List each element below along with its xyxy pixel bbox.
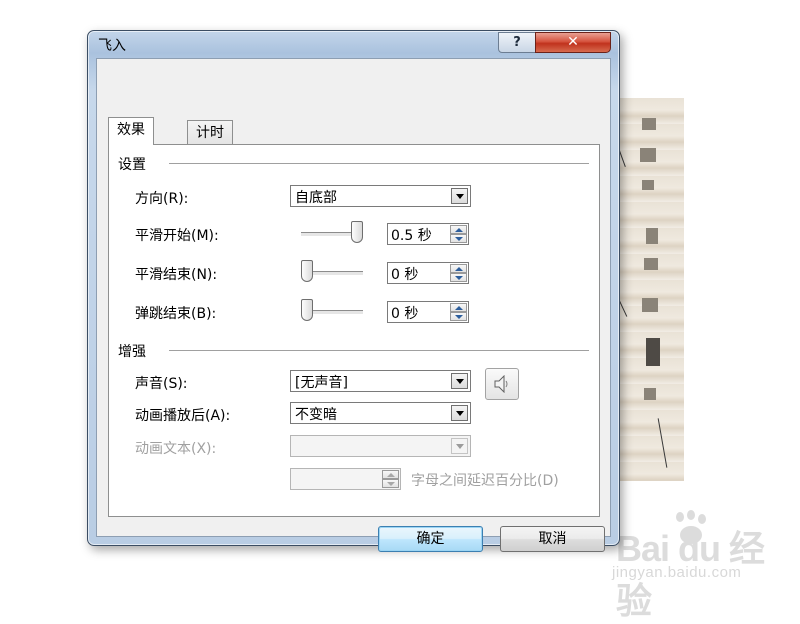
smooth-start-stepper[interactable]: 0.5 秒 xyxy=(387,223,469,245)
stepper-up-icon[interactable] xyxy=(450,225,467,234)
slider-thumb[interactable] xyxy=(301,299,313,321)
smooth-start-slider[interactable] xyxy=(301,219,363,247)
sound-dropdown[interactable]: [无声音] xyxy=(290,370,471,392)
letter-delay-stepper[interactable] xyxy=(290,468,401,490)
paw-icon xyxy=(670,510,710,550)
smooth-end-slider[interactable] xyxy=(301,258,363,286)
sound-volume-button[interactable] xyxy=(485,368,519,400)
slider-thumb[interactable] xyxy=(351,221,363,243)
stepper-up-icon[interactable] xyxy=(450,303,467,312)
speaker-icon xyxy=(494,375,508,393)
settings-divider xyxy=(169,163,589,165)
stepper-down-icon[interactable] xyxy=(450,273,467,282)
stepper-down-icon[interactable] xyxy=(450,312,467,321)
animate-text-label: 动画文本(X): xyxy=(135,441,217,457)
close-button[interactable]: ✕ xyxy=(535,32,611,53)
chevron-down-icon[interactable] xyxy=(451,438,468,454)
background-document-strip xyxy=(611,98,684,481)
cancel-button[interactable]: 取消 xyxy=(500,526,605,552)
ok-button[interactable]: 确定 xyxy=(378,526,483,552)
effect-panel: 设置 方向(R): 自底部 平滑开始(M): 0.5 秒 平滑结束(N): 0 … xyxy=(108,144,600,517)
tab-timing[interactable]: 计时 xyxy=(187,120,233,145)
animate-text-dropdown[interactable] xyxy=(290,435,471,457)
enhancements-heading: 增强 xyxy=(118,344,146,360)
smooth-end-label: 平滑结束(N): xyxy=(135,267,218,283)
after-animation-label: 动画播放后(A): xyxy=(135,408,231,424)
after-animation-value: 不变暗 xyxy=(295,407,337,423)
stepper-up-icon[interactable] xyxy=(382,470,399,479)
bounce-end-stepper[interactable]: 0 秒 xyxy=(387,301,469,323)
stepper-up-icon[interactable] xyxy=(450,264,467,273)
chevron-down-icon[interactable] xyxy=(451,373,468,389)
sound-label: 声音(S): xyxy=(135,376,188,392)
direction-value: 自底部 xyxy=(295,190,337,206)
watermark-url: jingyan.baidu.com xyxy=(612,564,742,581)
smooth-start-label: 平滑开始(M): xyxy=(135,228,219,244)
stepper-down-icon[interactable] xyxy=(382,479,399,488)
tab-effect[interactable]: 效果 xyxy=(108,117,154,145)
bounce-end-label: 弹跳结束(B): xyxy=(135,306,217,322)
after-animation-dropdown[interactable]: 不变暗 xyxy=(290,402,471,424)
fly-in-dialog: 飞入 ? ✕ 效果 计时 设置 方向(R): 自底部 平滑开始(M): 0.5 … xyxy=(87,30,620,552)
settings-heading: 设置 xyxy=(118,157,146,173)
slider-thumb[interactable] xyxy=(301,260,313,282)
letter-delay-label: 字母之间延迟百分比(D) xyxy=(411,473,559,489)
smooth-start-value: 0.5 秒 xyxy=(391,228,432,244)
chevron-down-icon[interactable] xyxy=(451,188,468,204)
stepper-down-icon[interactable] xyxy=(450,234,467,243)
dialog-body: 效果 计时 设置 方向(R): 自底部 平滑开始(M): 0.5 秒 平滑结束(… xyxy=(96,58,611,552)
direction-label: 方向(R): xyxy=(135,191,189,207)
enhancements-divider xyxy=(169,350,589,352)
bounce-end-slider[interactable] xyxy=(301,297,363,325)
sound-value: [无声音] xyxy=(295,375,348,391)
help-button[interactable]: ? xyxy=(498,32,536,53)
smooth-end-value: 0 秒 xyxy=(391,267,419,283)
direction-dropdown[interactable]: 自底部 xyxy=(290,185,471,207)
chevron-down-icon[interactable] xyxy=(451,405,468,421)
bounce-end-value: 0 秒 xyxy=(391,306,419,322)
dialog-title: 飞入 xyxy=(98,38,126,54)
baidu-jingyan-watermark: Bai du 经验 jingyan.baidu.com xyxy=(612,510,792,621)
smooth-end-stepper[interactable]: 0 秒 xyxy=(387,262,469,284)
